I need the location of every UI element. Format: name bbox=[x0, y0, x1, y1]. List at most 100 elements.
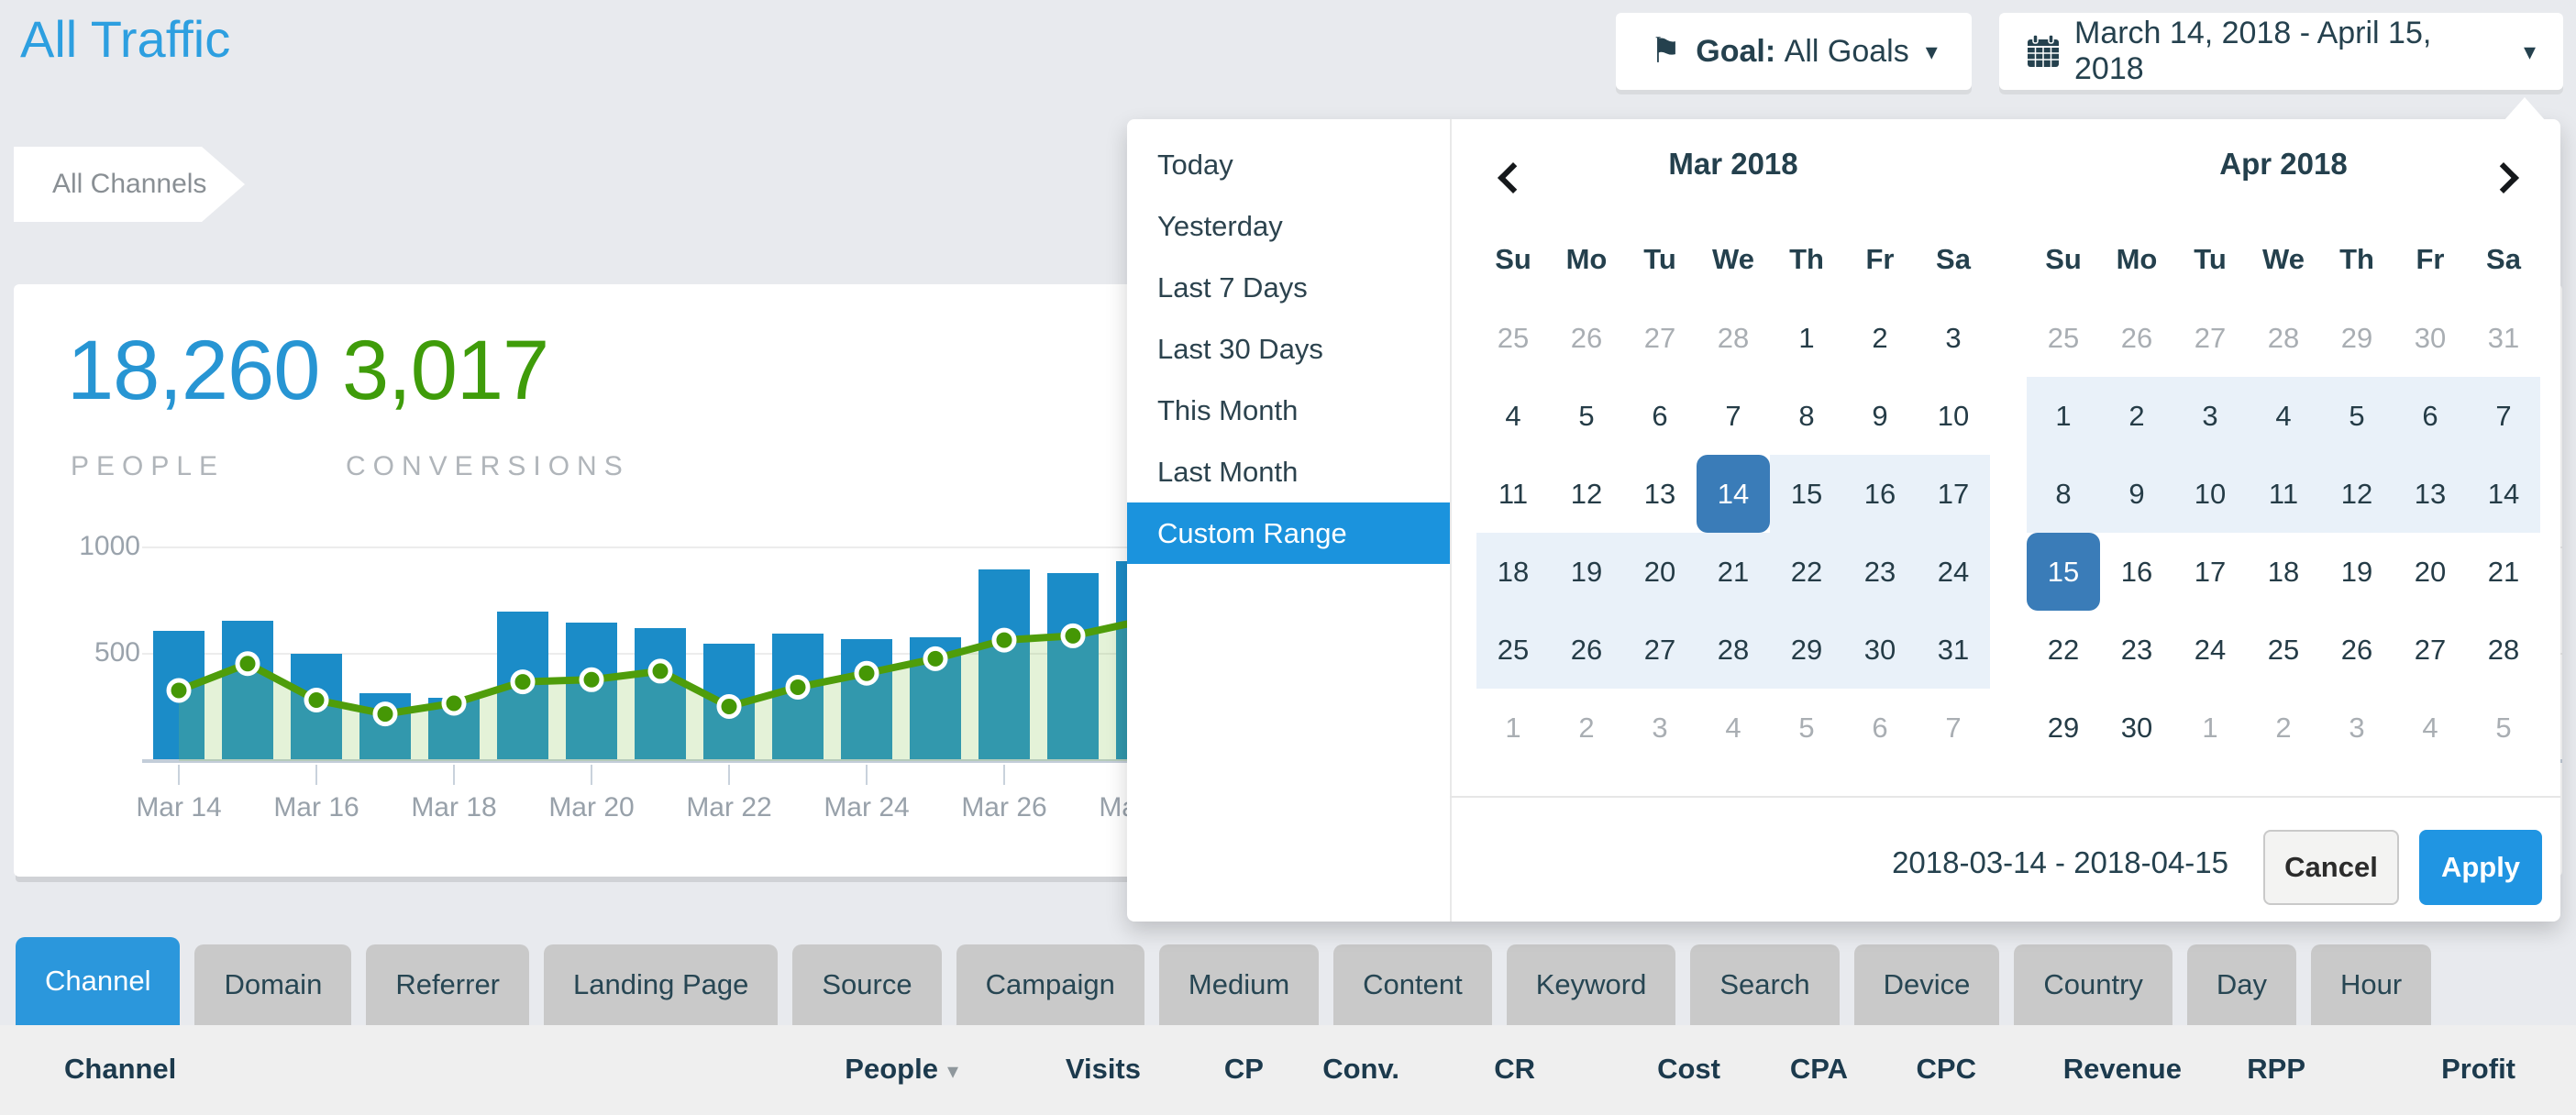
calendar-day[interactable]: 29 bbox=[2027, 689, 2100, 767]
calendar-day[interactable]: 15 bbox=[1770, 455, 1843, 533]
bar-mar-20[interactable] bbox=[566, 623, 617, 761]
calendar-day[interactable]: 2 bbox=[2100, 377, 2173, 455]
tab-channel[interactable]: Channel bbox=[16, 937, 180, 1025]
calendar-day[interactable]: 30 bbox=[1843, 611, 1917, 689]
calendar-day[interactable]: 27 bbox=[2394, 611, 2467, 689]
tab-country[interactable]: Country bbox=[2014, 944, 2172, 1025]
tab-device[interactable]: Device bbox=[1854, 944, 2000, 1025]
bar-mar-14[interactable] bbox=[153, 631, 205, 761]
calendar-day[interactable]: 27 bbox=[1623, 611, 1697, 689]
calendar-day[interactable]: 25 bbox=[1476, 611, 1550, 689]
calendar-day[interactable]: 29 bbox=[2320, 299, 2394, 377]
calendar-day[interactable]: 10 bbox=[1917, 377, 1990, 455]
calendar-day[interactable]: 5 bbox=[2320, 377, 2394, 455]
date-preset-today[interactable]: Today bbox=[1127, 134, 1450, 195]
calendar-day[interactable]: 23 bbox=[2100, 611, 2173, 689]
calendar-day[interactable]: 13 bbox=[1623, 455, 1697, 533]
tab-hour[interactable]: Hour bbox=[2311, 944, 2431, 1025]
calendar-day[interactable]: 24 bbox=[2173, 611, 2247, 689]
bar-mar-15[interactable] bbox=[222, 621, 273, 761]
calendar-day[interactable]: 14 bbox=[1697, 455, 1770, 533]
calendar-day[interactable]: 25 bbox=[1476, 299, 1550, 377]
calendar-day[interactable]: 5 bbox=[1550, 377, 1623, 455]
column-header-conv[interactable]: Conv. bbox=[1322, 1053, 1399, 1086]
calendar-day[interactable]: 7 bbox=[2467, 377, 2540, 455]
calendar-day[interactable]: 17 bbox=[1917, 455, 1990, 533]
calendar-day[interactable]: 4 bbox=[1476, 377, 1550, 455]
calendar-day[interactable]: 12 bbox=[2320, 455, 2394, 533]
calendar-day[interactable]: 2 bbox=[2247, 689, 2320, 767]
bar-mar-27[interactable] bbox=[1047, 573, 1099, 761]
calendar-day[interactable]: 6 bbox=[1843, 689, 1917, 767]
calendar-day[interactable]: 16 bbox=[2100, 533, 2173, 611]
calendar-day[interactable]: 19 bbox=[1550, 533, 1623, 611]
calendar-day[interactable]: 21 bbox=[2467, 533, 2540, 611]
calendar-day[interactable]: 7 bbox=[1917, 689, 1990, 767]
calendar-day[interactable]: 28 bbox=[1697, 299, 1770, 377]
tab-campaign[interactable]: Campaign bbox=[956, 944, 1144, 1025]
calendar-day[interactable]: 17 bbox=[2173, 533, 2247, 611]
column-header-revenue[interactable]: Revenue bbox=[2063, 1053, 2182, 1086]
calendar-day[interactable]: 11 bbox=[1476, 455, 1550, 533]
date-preset-last-7-days[interactable]: Last 7 Days bbox=[1127, 257, 1450, 318]
calendar-day[interactable]: 28 bbox=[2247, 299, 2320, 377]
calendar-day[interactable]: 13 bbox=[2394, 455, 2467, 533]
bar-mar-23[interactable] bbox=[772, 634, 824, 761]
tab-search[interactable]: Search bbox=[1690, 944, 1839, 1025]
cancel-button[interactable]: Cancel bbox=[2263, 830, 2399, 905]
goal-selector-button[interactable]: ⚑ Goal: All Goals ▾ bbox=[1616, 13, 1972, 90]
calendar-day[interactable]: 11 bbox=[2247, 455, 2320, 533]
calendar-day[interactable]: 27 bbox=[2173, 299, 2247, 377]
bar-mar-16[interactable] bbox=[291, 654, 342, 761]
tab-source[interactable]: Source bbox=[792, 944, 941, 1025]
tab-day[interactable]: Day bbox=[2187, 944, 2296, 1025]
tab-keyword[interactable]: Keyword bbox=[1507, 944, 1676, 1025]
calendar-day[interactable]: 4 bbox=[2394, 689, 2467, 767]
calendar-day[interactable]: 1 bbox=[1476, 689, 1550, 767]
calendar-day[interactable]: 1 bbox=[2173, 689, 2247, 767]
column-header-cost[interactable]: Cost bbox=[1657, 1053, 1720, 1086]
calendar-day[interactable]: 3 bbox=[2320, 689, 2394, 767]
tab-content[interactable]: Content bbox=[1333, 944, 1492, 1025]
date-preset-custom-range[interactable]: Custom Range bbox=[1127, 502, 1450, 564]
calendar-day[interactable]: 4 bbox=[2247, 377, 2320, 455]
calendar-day[interactable]: 9 bbox=[1843, 377, 1917, 455]
breadcrumb[interactable]: All Channels bbox=[14, 147, 245, 222]
calendar-day[interactable]: 26 bbox=[1550, 299, 1623, 377]
apply-button[interactable]: Apply bbox=[2419, 830, 2542, 905]
column-header-cp[interactable]: CP bbox=[1224, 1053, 1264, 1086]
calendar-day[interactable]: 16 bbox=[1843, 455, 1917, 533]
calendar-day[interactable]: 29 bbox=[1770, 611, 1843, 689]
column-header-profit[interactable]: Profit bbox=[2441, 1053, 2515, 1086]
date-preset-yesterday[interactable]: Yesterday bbox=[1127, 195, 1450, 257]
calendar-day[interactable]: 22 bbox=[2027, 611, 2100, 689]
calendar-day[interactable]: 8 bbox=[2027, 455, 2100, 533]
calendar-day[interactable]: 22 bbox=[1770, 533, 1843, 611]
calendar-day[interactable]: 5 bbox=[1770, 689, 1843, 767]
calendar-day[interactable]: 12 bbox=[1550, 455, 1623, 533]
column-header-cpc[interactable]: CPC bbox=[1917, 1053, 1976, 1086]
calendar-day[interactable]: 27 bbox=[1623, 299, 1697, 377]
column-header-people[interactable]: People▾ bbox=[845, 1053, 958, 1086]
calendar-day[interactable]: 3 bbox=[1623, 689, 1697, 767]
calendar-day[interactable]: 24 bbox=[1917, 533, 1990, 611]
calendar-day[interactable]: 26 bbox=[2100, 299, 2173, 377]
calendar-day[interactable]: 26 bbox=[2320, 611, 2394, 689]
bar-mar-17[interactable] bbox=[359, 693, 411, 761]
column-header-cr[interactable]: CR bbox=[1494, 1053, 1535, 1086]
calendar-day[interactable]: 28 bbox=[1697, 611, 1770, 689]
tab-referrer[interactable]: Referrer bbox=[366, 944, 529, 1025]
bar-mar-18[interactable] bbox=[428, 698, 480, 761]
calendar-day[interactable]: 14 bbox=[2467, 455, 2540, 533]
date-preset-this-month[interactable]: This Month bbox=[1127, 380, 1450, 441]
column-header-channel[interactable]: Channel bbox=[64, 1053, 176, 1086]
calendar-day[interactable]: 6 bbox=[2394, 377, 2467, 455]
calendar-day[interactable]: 9 bbox=[2100, 455, 2173, 533]
calendar-day[interactable]: 30 bbox=[2100, 689, 2173, 767]
bar-mar-24[interactable] bbox=[841, 639, 892, 761]
calendar-day[interactable]: 1 bbox=[1770, 299, 1843, 377]
date-preset-last-30-days[interactable]: Last 30 Days bbox=[1127, 318, 1450, 380]
calendar-day[interactable]: 28 bbox=[2467, 611, 2540, 689]
calendar-day[interactable]: 20 bbox=[2394, 533, 2467, 611]
calendar-day[interactable]: 23 bbox=[1843, 533, 1917, 611]
